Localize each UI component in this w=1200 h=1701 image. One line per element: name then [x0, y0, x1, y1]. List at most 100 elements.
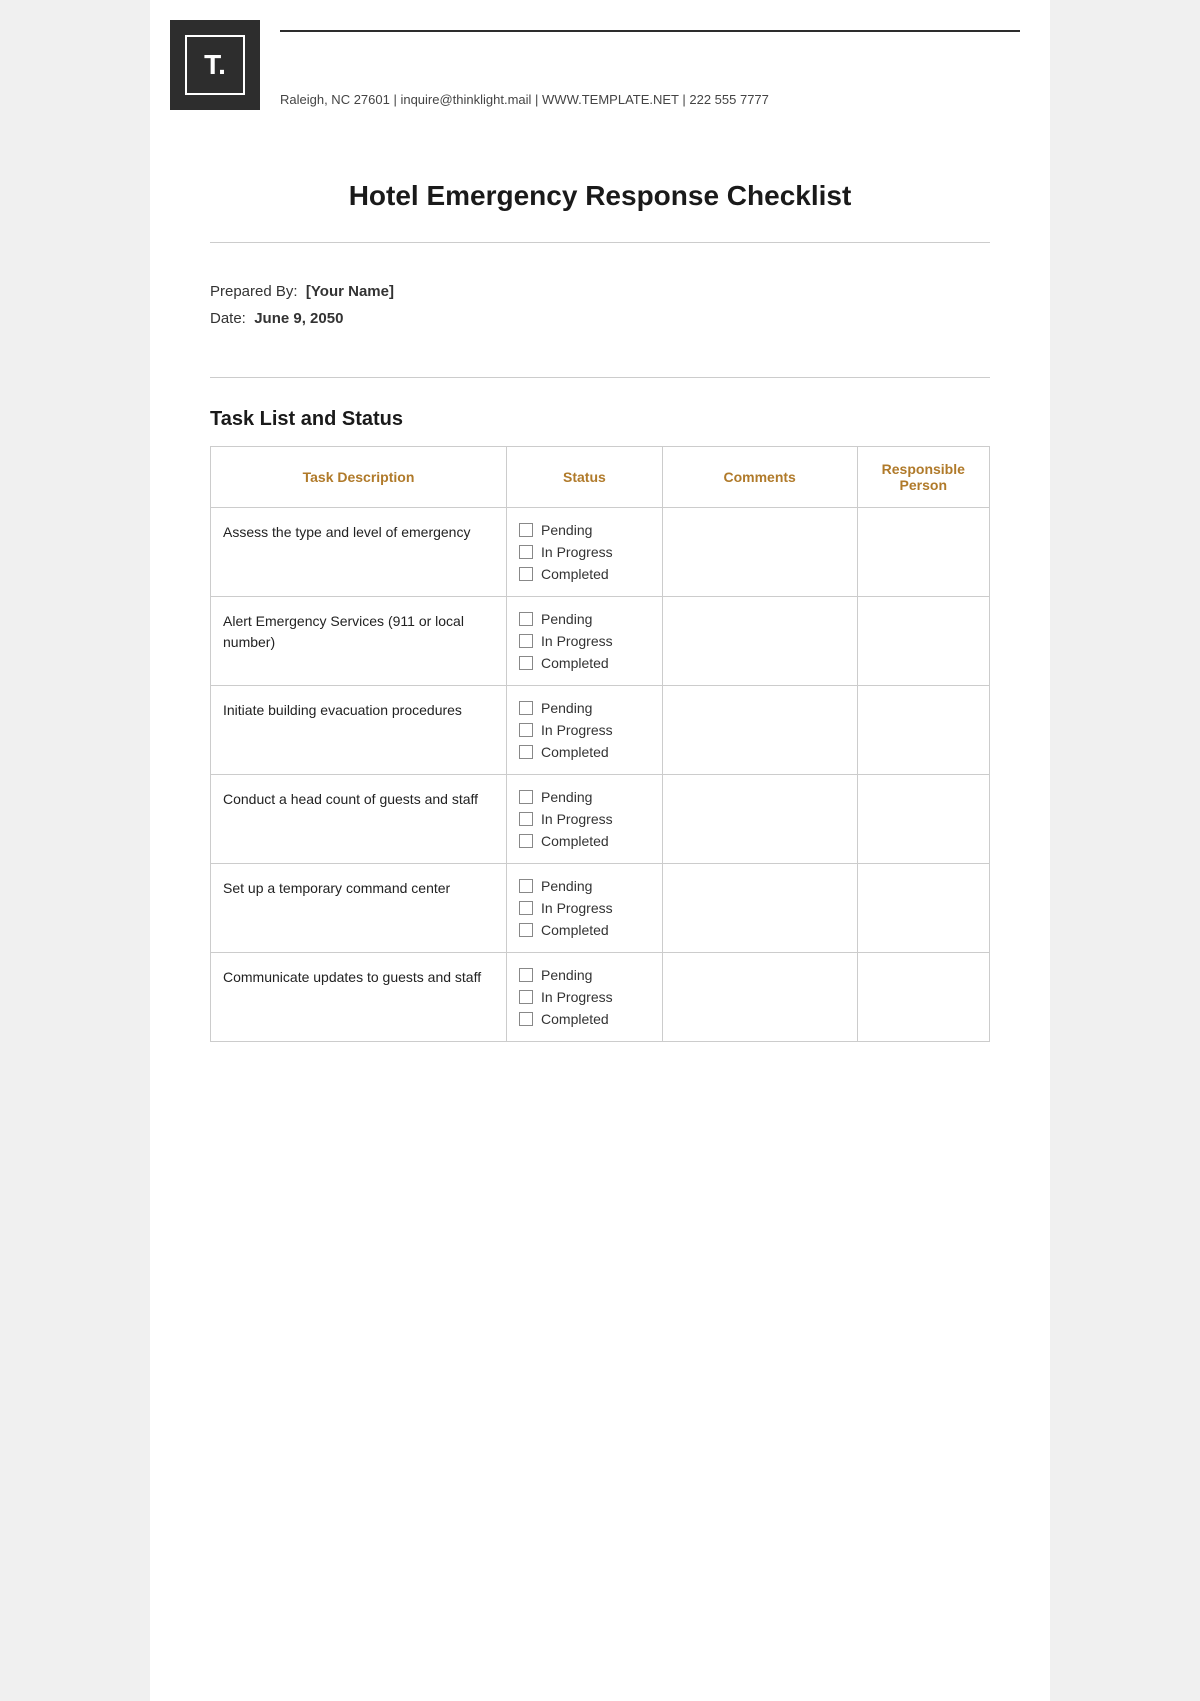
comments-cell: [662, 597, 857, 686]
status-option[interactable]: Completed: [519, 744, 650, 760]
checkbox-icon[interactable]: [519, 901, 533, 915]
comments-cell: [662, 775, 857, 864]
responsible-person-cell: [857, 775, 989, 864]
date-label: Date:: [210, 310, 246, 327]
status-option[interactable]: Completed: [519, 655, 650, 671]
status-option[interactable]: Pending: [519, 611, 650, 627]
task-description-cell: Alert Emergency Services (911 or local n…: [211, 597, 507, 686]
status-option-label: In Progress: [541, 989, 613, 1005]
status-option[interactable]: Pending: [519, 700, 650, 716]
status-option[interactable]: Pending: [519, 878, 650, 894]
comments-cell: [662, 686, 857, 775]
table-row: Communicate updates to guests and staff P…: [211, 953, 990, 1042]
task-description-text: Initiate building evacuation procedures: [223, 702, 462, 718]
status-cell: Pending In Progress Completed: [507, 686, 663, 775]
status-option[interactable]: In Progress: [519, 722, 650, 738]
status-option[interactable]: In Progress: [519, 544, 650, 560]
task-description-text: Set up a temporary command center: [223, 880, 450, 896]
checkbox-icon[interactable]: [519, 879, 533, 893]
checkbox-icon[interactable]: [519, 523, 533, 537]
status-option[interactable]: Pending: [519, 522, 650, 538]
responsible-person-cell: [857, 864, 989, 953]
status-option-label: Completed: [541, 744, 609, 760]
table-header-row: Task Description Status Comments Respons…: [211, 447, 990, 508]
page: T. Raleigh, NC 27601 | inquire@thinkligh…: [150, 0, 1050, 1701]
col-header-comments: Comments: [662, 447, 857, 508]
responsible-person-cell: [857, 686, 989, 775]
col-header-task: Task Description: [211, 447, 507, 508]
status-option-label: Pending: [541, 700, 592, 716]
table-row: Alert Emergency Services (911 or local n…: [211, 597, 990, 686]
document-title: Hotel Emergency Response Checklist: [210, 180, 990, 212]
prepared-by-row: Prepared By: [Your Name]: [210, 283, 990, 300]
table-row: Conduct a head count of guests and staff…: [211, 775, 990, 864]
checkbox-icon[interactable]: [519, 745, 533, 759]
header-right: Raleigh, NC 27601 | inquire@thinklight.m…: [280, 20, 1020, 107]
status-option[interactable]: Completed: [519, 566, 650, 582]
checkbox-icon[interactable]: [519, 923, 533, 937]
table-row: Assess the type and level of emergency Pe…: [211, 508, 990, 597]
checkbox-icon[interactable]: [519, 834, 533, 848]
status-option[interactable]: In Progress: [519, 811, 650, 827]
task-description-cell: Initiate building evacuation procedures: [211, 686, 507, 775]
header-contact: Raleigh, NC 27601 | inquire@thinklight.m…: [280, 92, 1020, 107]
content: Hotel Emergency Response Checklist Prepa…: [150, 120, 1050, 1102]
checkbox-icon[interactable]: [519, 612, 533, 626]
task-description-text: Alert Emergency Services (911 or local n…: [223, 613, 464, 650]
status-option-label: Pending: [541, 967, 592, 983]
status-option[interactable]: Completed: [519, 922, 650, 938]
col-header-status: Status: [507, 447, 663, 508]
meta-section: Prepared By: [Your Name] Date: June 9, 2…: [210, 263, 990, 357]
responsible-person-cell: [857, 953, 989, 1042]
logo-inner: T.: [185, 35, 245, 95]
checkbox-icon[interactable]: [519, 656, 533, 670]
checkbox-icon[interactable]: [519, 812, 533, 826]
status-option-label: Pending: [541, 611, 592, 627]
status-option-label: In Progress: [541, 544, 613, 560]
status-option[interactable]: In Progress: [519, 900, 650, 916]
comments-cell: [662, 953, 857, 1042]
checkbox-icon[interactable]: [519, 790, 533, 804]
status-option[interactable]: Completed: [519, 833, 650, 849]
status-option[interactable]: Pending: [519, 789, 650, 805]
header-line: [280, 30, 1020, 32]
task-description-text: Assess the type and level of emergency: [223, 524, 470, 540]
status-option-label: In Progress: [541, 900, 613, 916]
status-option-label: Completed: [541, 1011, 609, 1027]
status-option[interactable]: Completed: [519, 1011, 650, 1027]
checkbox-icon[interactable]: [519, 701, 533, 715]
checkbox-icon[interactable]: [519, 567, 533, 581]
status-option-label: Pending: [541, 789, 592, 805]
status-option-label: Completed: [541, 566, 609, 582]
status-option[interactable]: In Progress: [519, 989, 650, 1005]
header: T. Raleigh, NC 27601 | inquire@thinkligh…: [150, 0, 1050, 120]
prepared-by-label: Prepared By:: [210, 283, 298, 300]
date-row: Date: June 9, 2050: [210, 310, 990, 327]
checkbox-icon[interactable]: [519, 1012, 533, 1026]
task-description-cell: Set up a temporary command center: [211, 864, 507, 953]
status-options: Pending In Progress Completed: [519, 611, 650, 671]
divider-bottom: [210, 377, 990, 378]
checkbox-icon[interactable]: [519, 990, 533, 1004]
checkbox-icon[interactable]: [519, 723, 533, 737]
date-value: June 9, 2050: [254, 310, 343, 327]
logo-text: T.: [204, 49, 226, 81]
checkbox-icon[interactable]: [519, 545, 533, 559]
checklist-table: Task Description Status Comments Respons…: [210, 446, 990, 1042]
status-option-label: Pending: [541, 878, 592, 894]
task-description-cell: Communicate updates to guests and staff: [211, 953, 507, 1042]
checkbox-icon[interactable]: [519, 634, 533, 648]
responsible-person-cell: [857, 597, 989, 686]
status-option-label: Pending: [541, 522, 592, 538]
status-option-label: Completed: [541, 833, 609, 849]
responsible-person-cell: [857, 508, 989, 597]
comments-cell: [662, 508, 857, 597]
section-title: Task List and Status: [210, 408, 990, 431]
status-option-label: In Progress: [541, 633, 613, 649]
status-option[interactable]: In Progress: [519, 633, 650, 649]
status-option[interactable]: Pending: [519, 967, 650, 983]
checkbox-icon[interactable]: [519, 968, 533, 982]
status-options: Pending In Progress Completed: [519, 878, 650, 938]
status-option-label: Completed: [541, 655, 609, 671]
task-description-text: Conduct a head count of guests and staff: [223, 791, 478, 807]
